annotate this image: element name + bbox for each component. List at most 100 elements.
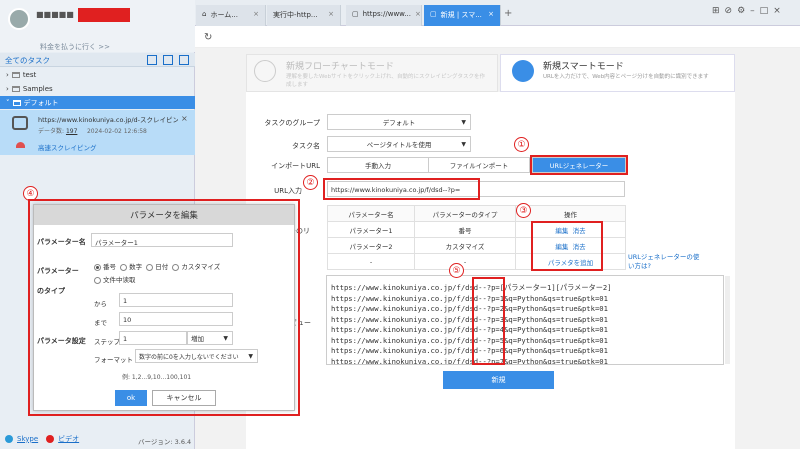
task-name-select[interactable]: ページタイトルを使用 ▼	[327, 136, 471, 152]
group-select[interactable]: デフォルト ▼	[327, 114, 471, 130]
group-label: タスクのグループ	[264, 119, 320, 127]
cancel-button[interactable]: キャンセル	[152, 390, 216, 406]
param-name-input[interactable]: パラメーター1	[91, 233, 233, 247]
toolbar	[195, 26, 800, 48]
smart-mode-title: 新規スマートモード	[543, 62, 624, 72]
maximize-icon[interactable]: □	[760, 6, 774, 16]
video-icon	[46, 434, 55, 443]
annotation-box-2	[323, 178, 480, 200]
manual-input-option[interactable]: 手動入力	[327, 157, 429, 173]
close-icon[interactable]: ×	[181, 114, 188, 123]
new-tab-icon[interactable]: +	[504, 8, 512, 19]
radio-icon	[94, 276, 101, 284]
data-count[interactable]: 197	[66, 128, 77, 135]
radio-icon	[172, 263, 180, 271]
chevron-down-icon: ▼	[461, 141, 466, 148]
radio-date[interactable]: 日付	[146, 263, 168, 271]
to-input[interactable]: 10	[119, 312, 233, 326]
chevron-down-icon: ▼	[223, 335, 228, 342]
import-url-label: インポートURL	[271, 162, 320, 170]
flowchart-icon	[254, 60, 276, 82]
radio-number[interactable]: 番号	[94, 263, 116, 271]
close-icon[interactable]: ×	[415, 10, 421, 18]
dialog-title: パラメータを編集	[34, 205, 294, 225]
chevron-right-icon: ›	[6, 84, 9, 93]
video-link[interactable]: ビデオ	[58, 434, 79, 444]
close-window-icon[interactable]: ×	[773, 6, 786, 16]
smart-mode-desc: URLを入力だけで、Web内容とページ分けを自動的に識別できます	[543, 74, 709, 80]
radio-custom[interactable]: カスタマイズ	[172, 263, 220, 271]
to-label: まで	[94, 319, 107, 327]
new-task-icon[interactable]	[147, 55, 157, 65]
from-input[interactable]: 1	[119, 293, 233, 307]
task-meta: データ数: 197 2024-02-02 12:6:58	[38, 128, 147, 135]
step-label: ステップ	[94, 338, 120, 346]
task-status[interactable]: 高速スクレイピング	[38, 142, 97, 152]
tab-url[interactable]: ▢ https://www... ×	[346, 5, 422, 26]
radio-digit[interactable]: 数字	[120, 263, 142, 271]
import-icon[interactable]	[163, 55, 173, 65]
gift-icon[interactable]: ⊞	[712, 6, 725, 16]
preview-scrollbar[interactable]	[725, 276, 730, 364]
flowchart-mode-title: 新規フローチャートモード	[286, 62, 394, 72]
window-controls: ⊞⊘⚙–□×	[712, 6, 786, 16]
tab-new-smart[interactable]: ▢ 新規 | スマ... ×	[424, 5, 501, 26]
refresh-icon[interactable]: ↻	[204, 32, 212, 43]
col-header: パラメーター名	[327, 205, 415, 222]
upgrade-link[interactable]: 料金を払うに行く >>	[40, 42, 110, 52]
annotation-box-1	[530, 155, 628, 175]
annotation-box-3	[531, 221, 603, 271]
version-label: バージョン: 3.6.4	[138, 438, 192, 446]
tree-item-default[interactable]: ˅ デフォルト	[0, 96, 195, 109]
close-icon[interactable]: ×	[253, 10, 259, 18]
param-type-radio-group: 番号 数字 日付 カスタマイズ	[94, 261, 220, 271]
settings-icon[interactable]: ⚙	[737, 6, 750, 16]
tree-item-test[interactable]: › test	[0, 68, 195, 81]
folder-icon	[11, 71, 20, 78]
close-icon[interactable]: ×	[488, 10, 494, 18]
tree-item-samples[interactable]: › Samples	[0, 82, 195, 95]
folder-icon	[11, 85, 20, 92]
ok-button[interactable]: ok	[115, 390, 147, 406]
annotation-3: ③	[516, 203, 531, 218]
all-tasks-title[interactable]: 全てのタスク	[5, 55, 50, 66]
param-type-label: パラメーターのタイプ	[37, 267, 79, 295]
example-text: 例: 1,2...9,10...100,101	[122, 374, 192, 381]
close-icon[interactable]: ×	[328, 10, 334, 18]
folder-icon	[12, 99, 21, 106]
col-header: パラメーターのタイプ	[414, 205, 516, 222]
radio-icon	[146, 263, 154, 271]
step-mode-select[interactable]: 増加 ▼	[187, 331, 233, 345]
task-name-label: タスク名	[292, 142, 320, 150]
chevron-down-icon: ▼	[248, 353, 253, 360]
speed-gauge-icon	[16, 142, 25, 148]
from-label: から	[94, 300, 107, 308]
help-icon[interactable]: ⊘	[725, 6, 738, 16]
tab-running[interactable]: 実行中-http... ×	[267, 5, 341, 26]
chevron-down-icon: ˅	[6, 98, 10, 107]
radio-icon	[94, 263, 101, 271]
avatar[interactable]	[8, 8, 30, 30]
step-input[interactable]: 1	[119, 331, 187, 345]
redacted-username	[78, 8, 130, 22]
task-url: https://www.kinokuniya.co.jp/d-スクレイピン...	[38, 116, 178, 124]
robot-icon	[12, 116, 28, 130]
minimize-icon[interactable]: –	[750, 6, 760, 16]
param-settings-label: パラメータ設定	[37, 337, 86, 345]
username: ■■■■■	[36, 10, 74, 19]
tab-home[interactable]: ⌂ ホーム... ×	[196, 5, 266, 26]
radio-file[interactable]: 文件中读取	[94, 274, 136, 284]
format-label: フォーマット	[94, 356, 133, 364]
create-button[interactable]: 新規	[443, 371, 554, 389]
col-header: 操作	[515, 205, 626, 222]
format-select[interactable]: 数字の前に0を入力しないでください ▼	[135, 349, 258, 363]
skype-link[interactable]: Skype	[17, 435, 38, 443]
url-preview[interactable]: https://www.kinokuniya.co.jp/f/dsd--?p=[…	[326, 275, 724, 365]
chevron-right-icon: ›	[6, 70, 9, 79]
url-generator-help-link[interactable]: URLジェネレーターの使い方は?	[628, 253, 703, 271]
flowchart-mode-desc: 理解を要したWebサイトをクリック上げれ、自動的にスクレイピングタスクを作成しま…	[286, 74, 486, 88]
url-input-label: URL入力	[274, 187, 302, 195]
file-import-option[interactable]: ファイルインポート	[428, 157, 530, 173]
search-icon[interactable]	[179, 55, 189, 65]
annotation-box-5	[472, 277, 505, 365]
